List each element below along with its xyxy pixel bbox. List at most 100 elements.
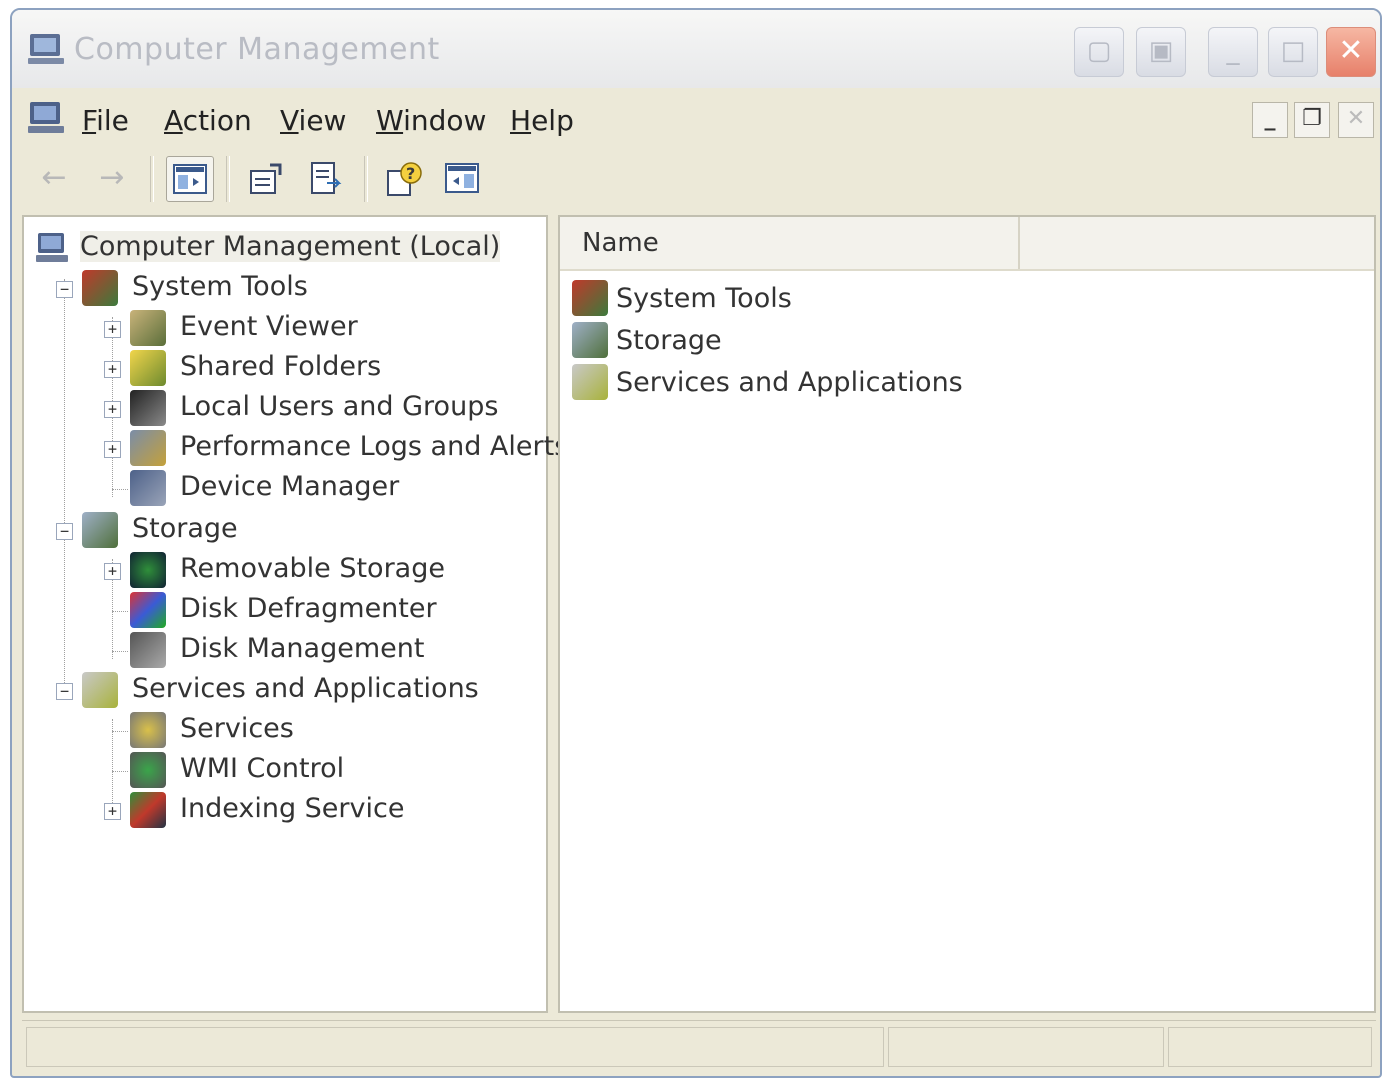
- details-pane[interactable]: Name System Tools Storage Services and A…: [558, 215, 1376, 1013]
- menu-action-label: ction: [182, 104, 252, 137]
- toolbar: ← → ?: [12, 148, 1380, 210]
- collapse-toggle[interactable]: −: [56, 523, 73, 540]
- menu-help[interactable]: Help: [510, 104, 574, 137]
- menu-bar: File Action View Window Help _ ❐ ✕: [12, 90, 1380, 148]
- expand-toggle[interactable]: +: [104, 321, 121, 338]
- tree-item-label: Event Viewer: [180, 311, 358, 342]
- mdi-minimize-button[interactable]: _: [1252, 102, 1288, 138]
- expand-toggle[interactable]: +: [104, 401, 121, 418]
- properties-icon: [250, 163, 282, 194]
- action-pane-icon: [445, 163, 479, 193]
- tree-item-label: Services and Applications: [132, 673, 479, 704]
- help-icon: ?: [387, 162, 422, 196]
- tree-item-local-users-and-groups[interactable]: + Local Users and Groups: [24, 389, 524, 429]
- tree-item-wmi-control[interactable]: WMI Control: [24, 751, 524, 791]
- help-title-button[interactable]: ▢: [1074, 27, 1124, 77]
- system-tools-icon: [572, 280, 608, 316]
- tree-item-label: Performance Logs and Alerts: [180, 431, 569, 462]
- menu-file-label: ile: [96, 104, 129, 137]
- tree-item-removable-storage[interactable]: + Removable Storage: [24, 551, 524, 591]
- tree-item-shared-folders[interactable]: + Shared Folders: [24, 349, 524, 389]
- tree-item-disk-management[interactable]: Disk Management: [24, 631, 524, 671]
- menu-view-label: iew: [298, 104, 347, 137]
- show-hide-action-pane-button[interactable]: [438, 156, 486, 202]
- title-bar[interactable]: Computer Management ▢ ▣ _ □ ✕: [12, 10, 1380, 88]
- tree-item-label: Disk Defragmenter: [180, 593, 437, 624]
- tree-root-label: Computer Management (Local): [80, 231, 501, 262]
- tree-item-indexing-service[interactable]: + Indexing Service: [24, 791, 524, 831]
- tree-item-label: Disk Management: [180, 633, 425, 664]
- computer-icon: [28, 34, 64, 64]
- tree-item-storage[interactable]: − Storage: [24, 511, 524, 551]
- pin-title-button[interactable]: ▣: [1136, 27, 1186, 77]
- tree-item-device-manager[interactable]: Device Manager: [24, 469, 524, 509]
- storage-icon: [572, 322, 608, 358]
- shared-folders-icon: [130, 350, 166, 386]
- export-list-button[interactable]: [302, 156, 350, 202]
- tree-line: [112, 731, 128, 732]
- tree-item-label: Device Manager: [180, 471, 400, 502]
- column-header-name[interactable]: Name: [560, 217, 1020, 269]
- status-segment: [888, 1027, 1164, 1067]
- system-tools-icon: [82, 270, 118, 306]
- mdi-close-button[interactable]: ✕: [1338, 102, 1374, 138]
- disk-defragmenter-icon: [130, 592, 166, 628]
- menu-help-accesskey: H: [510, 104, 532, 137]
- computer-menu-icon[interactable]: [26, 100, 66, 136]
- tree-item-system-tools[interactable]: − System Tools: [24, 269, 524, 309]
- tree-item-label: Storage: [132, 513, 238, 544]
- tree-item-services[interactable]: Services: [24, 711, 524, 751]
- tree-item-label: Services: [180, 713, 294, 744]
- help-button[interactable]: ?: [380, 156, 428, 202]
- tree-item-disk-defragmenter[interactable]: Disk Defragmenter: [24, 591, 524, 631]
- expand-toggle[interactable]: +: [104, 803, 121, 820]
- forward-button[interactable]: →: [88, 156, 136, 202]
- list-header: Name: [560, 217, 1374, 271]
- menu-window-accesskey: W: [376, 104, 404, 137]
- properties-button[interactable]: [242, 156, 290, 202]
- tree-item-services-and-applications[interactable]: − Services and Applications: [24, 671, 524, 711]
- status-segment: [1168, 1027, 1372, 1067]
- menu-window-label: indow: [403, 104, 487, 137]
- menu-window[interactable]: Window: [376, 104, 486, 137]
- menu-help-label: elp: [531, 104, 574, 137]
- tree-item-event-viewer[interactable]: + Event Viewer: [24, 309, 524, 349]
- collapse-toggle[interactable]: −: [56, 281, 73, 298]
- console-tree-pane[interactable]: Computer Management (Local) − System Too…: [22, 215, 568, 1013]
- menu-file[interactable]: File: [82, 104, 129, 137]
- console-tree-icon: [173, 164, 207, 194]
- svg-text:?: ?: [406, 164, 415, 183]
- services-icon: [130, 712, 166, 748]
- event-viewer-icon: [130, 310, 166, 346]
- expand-toggle[interactable]: +: [104, 361, 121, 378]
- toolbar-separator: [150, 156, 154, 202]
- menu-action[interactable]: Action: [164, 104, 252, 137]
- tree-item-label: System Tools: [132, 271, 308, 302]
- close-button[interactable]: ✕: [1326, 27, 1376, 77]
- tree-item-label: Removable Storage: [180, 553, 445, 584]
- tree-item-label: Shared Folders: [180, 351, 382, 382]
- tree-item-performance-logs-and-alerts[interactable]: + Performance Logs and Alerts: [24, 429, 568, 469]
- services-applications-icon: [82, 672, 118, 708]
- menu-view[interactable]: View: [280, 104, 346, 137]
- expand-toggle[interactable]: +: [104, 563, 121, 580]
- collapse-toggle[interactable]: −: [56, 683, 73, 700]
- mdi-restore-button[interactable]: ❐: [1294, 102, 1330, 138]
- list-item-label: Services and Applications: [616, 367, 963, 398]
- expand-toggle[interactable]: +: [104, 441, 121, 458]
- menu-view-accesskey: V: [280, 104, 299, 137]
- back-button[interactable]: ←: [30, 156, 78, 202]
- services-applications-icon: [572, 364, 608, 400]
- show-hide-tree-button[interactable]: [166, 156, 214, 202]
- computer-management-window: Computer Management ▢ ▣ _ □ ✕ File Actio…: [10, 8, 1382, 1078]
- maximize-button[interactable]: □: [1268, 27, 1318, 77]
- status-segment: [26, 1027, 884, 1067]
- tree-item-label: Local Users and Groups: [180, 391, 499, 422]
- minimize-button[interactable]: _: [1208, 27, 1258, 77]
- tree-item-label: Indexing Service: [180, 793, 405, 824]
- disk-management-icon: [130, 632, 166, 668]
- toolbar-separator: [364, 156, 368, 202]
- storage-icon: [82, 512, 118, 548]
- computer-icon: [36, 233, 68, 262]
- device-manager-icon: [130, 470, 166, 506]
